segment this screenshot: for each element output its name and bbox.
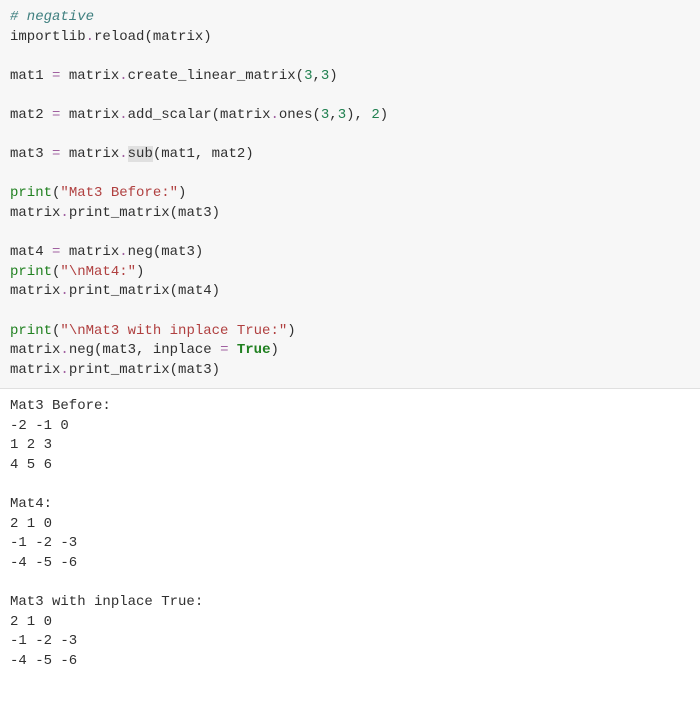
code-token: matrix	[10, 342, 60, 358]
output-line: 1 2 3	[10, 437, 52, 453]
output-line: 2 1 0	[10, 614, 52, 630]
code-token: ones(	[279, 107, 321, 123]
output-line: -2 -1 0	[10, 418, 69, 434]
code-token: .	[119, 68, 127, 84]
output-line: Mat3 with inplace True:	[10, 594, 203, 610]
code-token: )	[380, 107, 388, 123]
code-token: 3	[338, 107, 346, 123]
code-token: ),	[346, 107, 371, 123]
code-token: mat4	[10, 244, 52, 260]
code-token: ,	[312, 68, 320, 84]
output-line: 2 1 0	[10, 516, 52, 532]
output-line: Mat4:	[10, 496, 52, 512]
code-token: )	[178, 185, 186, 201]
code-token: matrix	[60, 68, 119, 84]
code-token	[228, 342, 236, 358]
code-token: print	[10, 185, 52, 201]
code-token: .	[60, 362, 68, 378]
code-token: True	[237, 342, 271, 358]
code-token: .	[119, 107, 127, 123]
code-token: print_matrix(mat4)	[69, 283, 220, 299]
code-token: ,	[329, 107, 337, 123]
code-token: )	[136, 264, 144, 280]
code-token: )	[329, 68, 337, 84]
output-line: 4 5 6	[10, 457, 52, 473]
code-token: "\nMat3 with inplace True:"	[60, 323, 287, 339]
code-token: neg(mat3)	[128, 244, 204, 260]
code-token: matrix	[10, 362, 60, 378]
code-token: )	[270, 342, 278, 358]
code-token: matrix	[10, 205, 60, 221]
code-token: .	[60, 205, 68, 221]
code-token: importlib	[10, 29, 86, 45]
code-token: matrix	[10, 283, 60, 299]
code-token: mat2	[10, 107, 52, 123]
code-token: .	[119, 146, 127, 162]
code-highlighted: sub	[128, 146, 153, 162]
output-line: -1 -2 -3	[10, 633, 77, 649]
code-token: matrix	[60, 244, 119, 260]
code-output-cell: Mat3 Before: -2 -1 0 1 2 3 4 5 6 Mat4: 2…	[0, 389, 700, 679]
code-token: neg(mat3, inplace	[69, 342, 220, 358]
output-line: Mat3 Before:	[10, 398, 111, 414]
code-token: create_linear_matrix(	[128, 68, 304, 84]
code-input-cell[interactable]: # negative importlib.reload(matrix) mat1…	[0, 0, 700, 389]
code-token: (mat1, mat2)	[153, 146, 254, 162]
code-token: "\nMat4:"	[60, 264, 136, 280]
code-token: mat3	[10, 146, 52, 162]
code-comment: # negative	[10, 9, 94, 25]
code-token: 2	[371, 107, 379, 123]
code-token: )	[287, 323, 295, 339]
output-line: -4 -5 -6	[10, 653, 77, 669]
code-token: .	[270, 107, 278, 123]
code-token: print_matrix(mat3)	[69, 205, 220, 221]
code-token: .	[60, 283, 68, 299]
code-token: matrix	[60, 107, 119, 123]
code-token: print	[10, 323, 52, 339]
code-token: add_scalar(matrix	[128, 107, 271, 123]
code-token: "Mat3 Before:"	[60, 185, 178, 201]
output-line: -4 -5 -6	[10, 555, 77, 571]
code-token: .	[86, 29, 94, 45]
code-token: .	[119, 244, 127, 260]
code-token: print_matrix(mat3)	[69, 362, 220, 378]
code-token: mat1	[10, 68, 52, 84]
code-token: print	[10, 264, 52, 280]
output-line: -1 -2 -3	[10, 535, 77, 551]
code-token: .	[60, 342, 68, 358]
code-token: reload(matrix)	[94, 29, 212, 45]
code-token: matrix	[60, 146, 119, 162]
